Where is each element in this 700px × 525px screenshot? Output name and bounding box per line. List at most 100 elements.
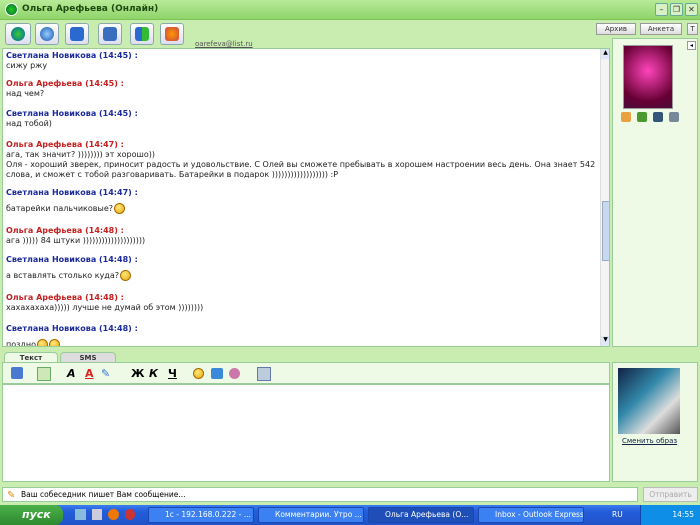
font-button[interactable]: T: [687, 23, 698, 35]
firefox-icon[interactable]: [108, 509, 119, 520]
archive-button[interactable]: Архив: [596, 23, 636, 35]
settings-icon[interactable]: [669, 112, 679, 122]
message-author: Светлана Новикова (14:48) :: [6, 255, 596, 265]
my-avatar-panel: Сменить образ: [612, 362, 698, 482]
info-button[interactable]: [130, 23, 154, 45]
clear-format-icon[interactable]: [257, 367, 271, 381]
quick-launch: [75, 509, 135, 521]
chat-message: Ольга Арефьева (14:45) : над чем?: [6, 79, 596, 99]
minimize-button[interactable]: –: [655, 3, 668, 16]
author-name: Ольга Арефьева: [6, 79, 83, 88]
message-text: а вставлять столько куда?: [6, 271, 119, 280]
edit-contact-icon[interactable]: [637, 112, 647, 122]
contact-email-link[interactable]: oarefeva@list.ru: [195, 40, 253, 48]
message-author: Ольга Арефьева (14:47) :: [6, 140, 596, 150]
collapse-panel-button[interactable]: ◂: [687, 41, 696, 50]
alarm-icon[interactable]: [229, 368, 240, 379]
status-menu-button[interactable]: [5, 23, 31, 45]
author-name: Светлана Новикова: [6, 255, 97, 264]
tv-icon[interactable]: [211, 368, 223, 379]
message-text: сижу ржу: [6, 61, 48, 70]
profile-button[interactable]: Анкета: [640, 23, 682, 35]
author-name: Светлана Новикова: [6, 188, 97, 197]
message-text: хахахахаха))))) лучше не думай об этом )…: [6, 303, 204, 312]
explorer-icon[interactable]: [91, 509, 102, 520]
message-text: батарейки пальчиковые?: [6, 204, 113, 213]
message-time: (14:48) :: [85, 293, 124, 302]
spellcheck-icon[interactable]: [37, 367, 51, 381]
font-color-icon[interactable]: A: [85, 367, 94, 380]
chat-message: Светлана Новикова (14:45) : над тобой): [6, 109, 596, 129]
task-chat[interactable]: Ольга Арефьева (О...: [368, 507, 474, 523]
message-time: (14:48) :: [85, 226, 124, 235]
message-author: Светлана Новикова (14:48) :: [6, 324, 596, 334]
typing-status: ✎ Ваш собеседник пишет Вам сообщение...: [2, 487, 638, 502]
italic-button[interactable]: К: [149, 367, 158, 380]
task-1c[interactable]: 1с - 192.168.0.222 - ...: [148, 507, 254, 523]
format-toolbar: A A ✎ Ж К Ч: [2, 362, 610, 384]
app-icon: [5, 3, 18, 16]
contact-avatar: [623, 45, 673, 109]
text-style-icon[interactable]: [11, 367, 23, 379]
chat-message: Ольга Арефьева (14:47) : ага, так значит?…: [6, 140, 596, 180]
message-text: поздно: [6, 340, 37, 347]
contacts-button[interactable]: [160, 23, 184, 45]
message-input[interactable]: [2, 384, 610, 482]
font-icon[interactable]: A: [67, 367, 76, 380]
author-name: Светлана Новикова: [6, 51, 97, 60]
message-author: Ольга Арефьева (14:48) :: [6, 226, 596, 236]
chat-message: Светлана Новикова (14:47) : батарейки пал…: [6, 188, 596, 214]
message-time: (14:45) :: [99, 109, 138, 118]
chat-message: Ольга Арефьева (14:48) : ага ))))) 84 шту…: [6, 226, 596, 246]
message-author: Ольга Арефьева (14:45) :: [6, 79, 596, 89]
system-tray: 14:55: [640, 505, 700, 525]
contact-panel: ◂: [612, 38, 698, 347]
clock: 14:55: [672, 510, 694, 519]
message-author: Светлана Новикова (14:47) :: [6, 188, 596, 198]
chat-message: Ольга Арефьева (14:48) : хахахахаха))))) …: [6, 293, 596, 313]
scroll-up-button[interactable]: ▲: [601, 49, 609, 59]
send-button[interactable]: Отправить: [643, 487, 698, 502]
bold-button[interactable]: Ж: [131, 367, 144, 380]
taskbar: пуск 1с - 192.168.0.222 - ... Комментари…: [0, 505, 700, 525]
smiley-icon[interactable]: [193, 368, 204, 379]
start-button[interactable]: пуск: [0, 505, 63, 525]
restore-button[interactable]: ❐: [670, 3, 683, 16]
pencil-icon: ✎: [7, 490, 16, 501]
underline-button[interactable]: Ч: [168, 367, 177, 380]
close-button[interactable]: ✕: [685, 3, 698, 16]
message-time: (14:47) :: [85, 140, 124, 149]
highlight-icon[interactable]: ✎: [101, 367, 110, 380]
author-name: Светлана Новикова: [6, 324, 97, 333]
message-time: (14:48) :: [99, 255, 138, 264]
contact-icon[interactable]: [621, 112, 631, 122]
message-author: Светлана Новикова (14:45) :: [6, 51, 596, 61]
author-name: Ольга Арефьева: [6, 140, 83, 149]
save-button[interactable]: [98, 23, 122, 45]
chat-message: Светлана Новикова (14:45) : сижу ржу: [6, 51, 596, 71]
message-text: ага, так значит? )))))))) эт хорошо)): [6, 150, 155, 159]
author-name: Ольга Арефьева: [6, 293, 83, 302]
scroll-down-button[interactable]: ▼: [601, 336, 609, 346]
change-image-link[interactable]: Сменить образ: [622, 437, 677, 445]
scroll-thumb[interactable]: [602, 201, 609, 261]
task-outlook[interactable]: Inbox - Outlook Express: [478, 507, 584, 523]
photo-icon[interactable]: [653, 112, 663, 122]
message-text: над тобой): [6, 119, 52, 128]
message-time: (14:45) :: [85, 79, 124, 88]
games-button[interactable]: [65, 23, 89, 45]
title-bar: Ольга Арефьева (Онлайн) – ❐ ✕: [0, 0, 700, 20]
message-text: Оля - хороший зверек, приносит радость и…: [6, 160, 596, 179]
message-time: (14:47) :: [99, 188, 138, 197]
chat-message: Светлана Новикова (14:48) : а вставлять с…: [6, 255, 596, 281]
author-name: Ольга Арефьева: [6, 226, 83, 235]
desktop-icon[interactable]: [75, 509, 86, 520]
emoticon-icon: [37, 339, 49, 346]
message-text: над чем?: [6, 89, 45, 98]
message-author: Светлана Новикова (14:45) :: [6, 109, 596, 119]
language-indicator[interactable]: RU: [612, 510, 623, 519]
task-firefox[interactable]: Комментарии. Утро ...: [258, 507, 364, 523]
chat-scrollbar[interactable]: ▲ ▼: [600, 49, 609, 346]
app-icon[interactable]: [124, 509, 135, 520]
webcam-button[interactable]: [35, 23, 59, 45]
